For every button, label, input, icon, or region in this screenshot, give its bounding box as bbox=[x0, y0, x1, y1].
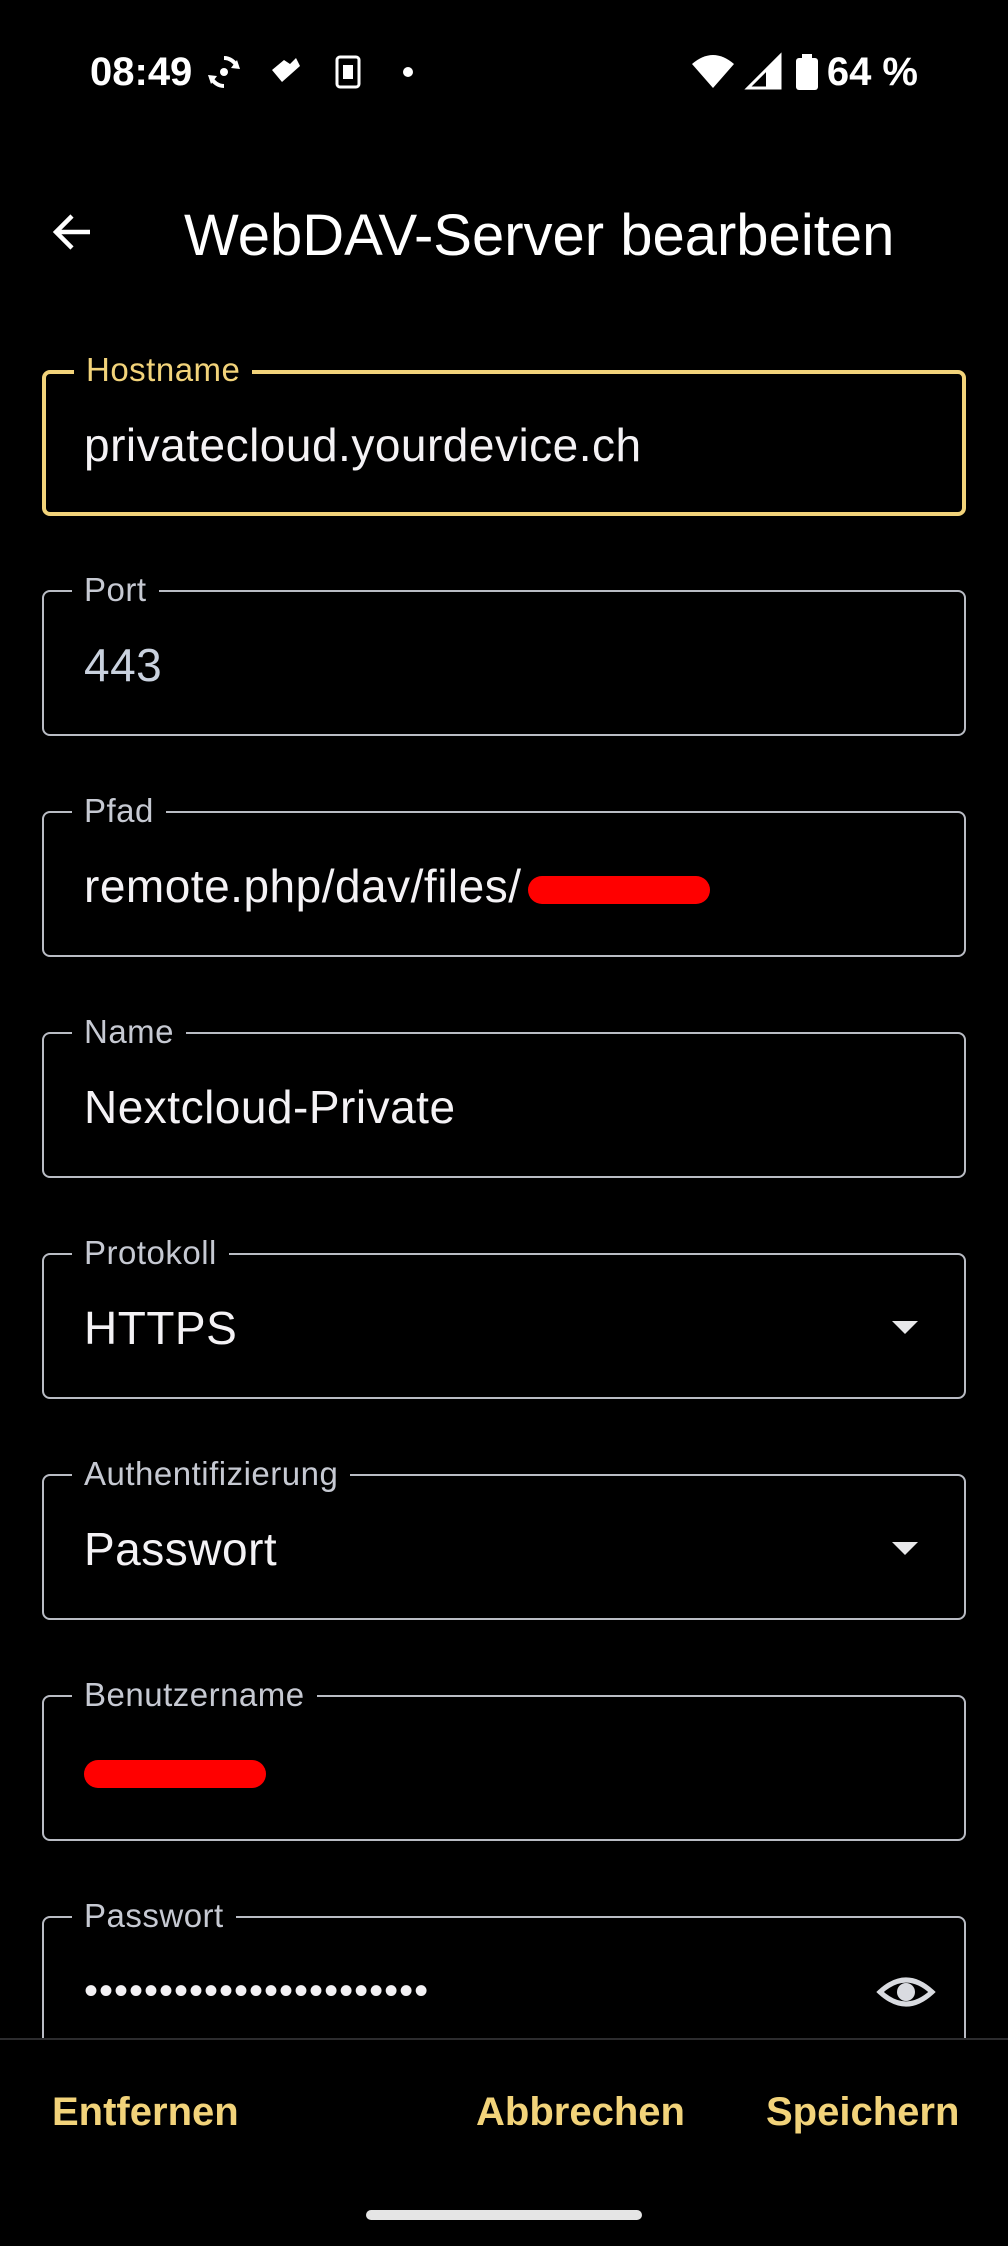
hostname-value: privatecloud.yourdevice.ch bbox=[84, 419, 642, 471]
name-field[interactable]: Name Nextcloud-Private bbox=[42, 1012, 966, 1178]
battery-icon bbox=[796, 54, 818, 90]
dropdown-arrow-icon bbox=[892, 1542, 918, 1555]
username-redaction bbox=[84, 1759, 266, 1788]
hostname-label: Hostname bbox=[74, 350, 253, 390]
bottom-action-bar: Entfernen Abbrechen Speichern bbox=[0, 2038, 1008, 2246]
authentication-value: Passwort bbox=[84, 1523, 278, 1575]
status-time: 08:49 bbox=[90, 50, 193, 94]
path-field[interactable]: Pfad remote.php/dav/files/ bbox=[42, 791, 966, 957]
remove-button[interactable]: Entfernen bbox=[52, 2090, 239, 2135]
wifi-icon bbox=[692, 55, 734, 88]
username-label: Benutzername bbox=[72, 1675, 317, 1715]
port-label: Port bbox=[72, 570, 159, 610]
path-value-container: remote.php/dav/files/ bbox=[84, 859, 710, 913]
heart-hand-icon bbox=[272, 58, 300, 82]
authentication-select[interactable]: Authentifizierung Passwort bbox=[42, 1454, 966, 1620]
protocol-select[interactable]: Protokoll HTTPS bbox=[42, 1233, 966, 1399]
path-label: Pfad bbox=[72, 791, 166, 831]
app-bar: WebDAV-Server bearbeiten bbox=[0, 180, 1008, 290]
cancel-button[interactable]: Abbrechen bbox=[476, 2090, 685, 2135]
path-value: remote.php/dav/files/ bbox=[84, 860, 522, 912]
page-title: WebDAV-Server bearbeiten bbox=[184, 203, 895, 268]
port-field[interactable]: Port 443 bbox=[42, 570, 966, 736]
gesture-handle[interactable] bbox=[366, 2210, 642, 2220]
battery-percentage: 64 % bbox=[826, 50, 918, 94]
status-bar: 08:49 64 % bbox=[0, 0, 1008, 150]
sync-icon bbox=[208, 56, 240, 88]
name-value: Nextcloud-Private bbox=[84, 1081, 456, 1133]
arrow-left-icon bbox=[52, 214, 90, 250]
back-button[interactable] bbox=[36, 196, 108, 268]
signal-icon bbox=[744, 52, 782, 90]
username-value bbox=[84, 1743, 266, 1797]
protocol-value: HTTPS bbox=[84, 1302, 238, 1354]
password-label: Passwort bbox=[72, 1896, 236, 1936]
name-label: Name bbox=[72, 1012, 187, 1052]
notification-dot-icon bbox=[403, 67, 413, 77]
username-field[interactable]: Benutzername bbox=[42, 1675, 966, 1841]
sim-card-icon bbox=[335, 55, 361, 89]
port-value: 443 bbox=[84, 639, 163, 691]
dropdown-arrow-icon bbox=[892, 1321, 918, 1334]
eye-icon[interactable] bbox=[876, 1962, 936, 2022]
hostname-field[interactable]: Hostname privatecloud.yourdevice.ch bbox=[42, 350, 966, 516]
authentication-label: Authentifizierung bbox=[72, 1454, 351, 1494]
path-redaction bbox=[527, 875, 710, 904]
save-button[interactable]: Speichern bbox=[766, 2090, 959, 2135]
protocol-label: Protokoll bbox=[72, 1233, 229, 1273]
password-value: ••••••••••••••••••••••• bbox=[84, 1969, 430, 2013]
